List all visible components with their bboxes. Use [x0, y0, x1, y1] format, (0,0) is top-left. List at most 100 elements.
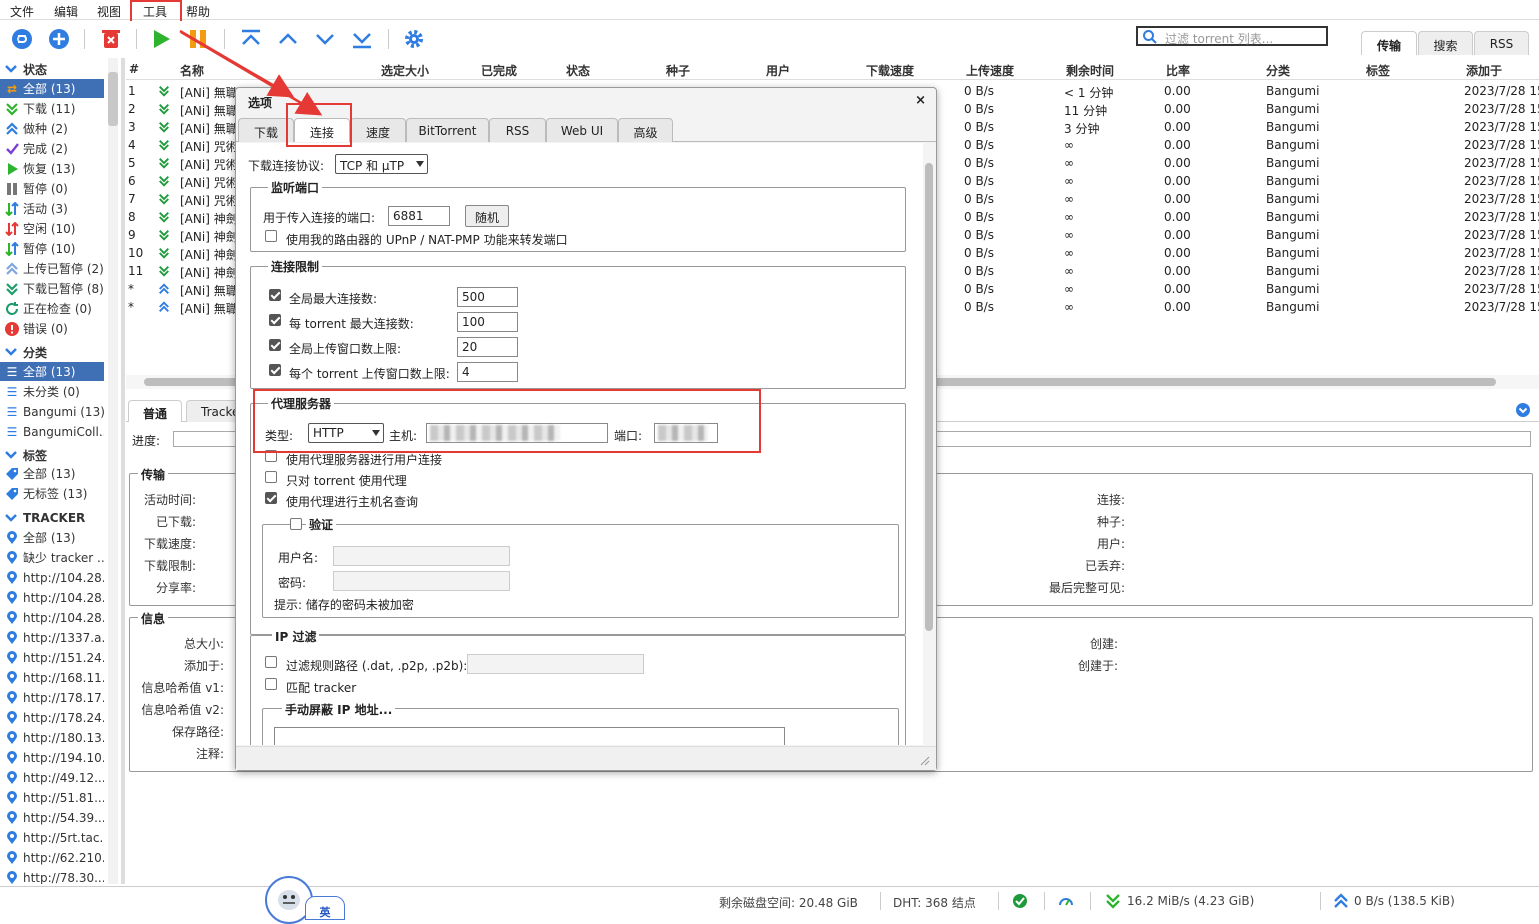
auth-checkbox[interactable] [290, 518, 302, 530]
limit-input[interactable]: 20 [457, 337, 518, 357]
sidebar-scroll-thumb[interactable] [108, 72, 118, 126]
col-name[interactable]: 名称 [180, 62, 204, 79]
tab-rss[interactable]: RSS [1474, 31, 1529, 55]
protocol-select[interactable]: TCP 和 μTP [335, 154, 428, 174]
sidebar-status-upload-paused[interactable]: 上传已暂停 (2) [0, 259, 104, 278]
limit-input[interactable]: 4 [457, 362, 518, 382]
sidebar-tracker-item[interactable]: http://5rt.tac... [0, 828, 104, 847]
input-language-badge[interactable]: 英 [305, 896, 345, 920]
sidebar-tag-all[interactable]: 全部 (13) [0, 464, 104, 483]
password-input[interactable] [333, 571, 510, 591]
proxy-torrent-only-checkbox[interactable] [265, 471, 277, 483]
sidebar-tracker-item[interactable]: http://104.28.... [0, 568, 104, 587]
sidebar-tracker-item[interactable]: http://194.10.... [0, 748, 104, 767]
col-seeds[interactable]: 种子 [666, 62, 690, 79]
tab-rss[interactable]: RSS [489, 118, 546, 142]
tab-webui[interactable]: Web UI [546, 118, 618, 142]
sidebar-status-errored[interactable]: 错误 (0) [0, 319, 104, 338]
sidebar-tracker-item[interactable]: http://49.12.... [0, 768, 104, 787]
sidebar-scrollbar[interactable] [108, 58, 118, 884]
sidebar-tracker-item[interactable]: http://178.17.... [0, 688, 104, 707]
menu-help[interactable]: 帮助 [186, 3, 210, 20]
status-section-header[interactable]: 状态 [4, 60, 47, 78]
match-tracker-checkbox[interactable] [265, 678, 277, 690]
collapse-panel-icon[interactable] [1516, 403, 1530, 417]
sidebar-category-bangumicoll[interactable]: ☰ BangumiColl... [0, 422, 104, 441]
sidebar-category-uncategorized[interactable]: ☰ 未分类 (0) [0, 382, 104, 401]
sidebar-tracker-item[interactable]: 缺少 tracker ... [0, 548, 104, 567]
limit-input[interactable]: 500 [457, 287, 518, 307]
sidebar-tracker-item[interactable]: http://151.24.... [0, 648, 104, 667]
sidebar-status-all[interactable]: ⇄ 全部 (13) [0, 79, 104, 98]
add-link-icon[interactable] [10, 27, 34, 51]
random-port-button[interactable]: 随机 [465, 205, 509, 227]
manual-ban-textarea[interactable] [274, 727, 785, 745]
col-status[interactable]: 状态 [566, 62, 590, 79]
sidebar-category-all[interactable]: ☰ 全部 (13) [0, 362, 104, 381]
username-input[interactable] [333, 546, 510, 566]
limit-checkbox[interactable] [269, 314, 281, 326]
limit-checkbox[interactable] [269, 339, 281, 351]
menu-view[interactable]: 视图 [97, 3, 121, 20]
tracker-section-header[interactable]: TRACKER [4, 509, 85, 527]
sidebar-status-resumed[interactable]: 恢复 (13) [0, 159, 104, 178]
delete-icon[interactable] [99, 27, 123, 51]
proxy-hostname-checkbox[interactable] [265, 492, 277, 504]
sidebar-status-seeding[interactable]: 做种 (2) [0, 119, 104, 138]
upnp-checkbox[interactable] [265, 230, 277, 242]
dialog-scroll-thumb[interactable] [925, 163, 933, 631]
ip-filter-checkbox[interactable] [265, 656, 277, 668]
listen-port-input[interactable]: 6881 [388, 206, 450, 226]
sidebar-status-completed[interactable]: 完成 (2) [0, 139, 104, 158]
limit-checkbox[interactable] [269, 364, 281, 376]
sidebar-tracker-item[interactable]: http://104.28.... [0, 588, 104, 607]
col-up-speed[interactable]: 上传速度 [966, 62, 1014, 79]
sidebar-status-download-paused[interactable]: 下载已暂停 (8) [0, 279, 104, 298]
menu-edit[interactable]: 编辑 [54, 3, 78, 20]
col-peers[interactable]: 用户 [766, 62, 790, 79]
col-eta[interactable]: 剩余时间 [1066, 62, 1114, 79]
resume-icon[interactable] [149, 27, 173, 51]
col-dl-speed[interactable]: 下载速度 [866, 62, 914, 79]
sidebar-status-inactive[interactable]: 空闲 (10) [0, 219, 104, 238]
move-bottom-icon[interactable] [350, 27, 374, 51]
dialog-close-button[interactable]: × [915, 93, 926, 108]
category-section-header[interactable]: 分类 [4, 343, 47, 361]
tab-advanced[interactable]: 高级 [618, 118, 673, 142]
col-progress[interactable]: 已完成 [481, 62, 517, 79]
tab-search[interactable]: 搜索 [1418, 31, 1473, 55]
add-torrent-icon[interactable] [47, 27, 71, 51]
sidebar-status-checking[interactable]: 正在检查 (0) [0, 299, 104, 318]
sidebar-tracker-item[interactable]: http://62.210.... [0, 848, 104, 867]
limit-checkbox[interactable] [269, 289, 281, 301]
resize-grip-icon[interactable] [920, 756, 930, 766]
tab-speed[interactable]: 速度 [350, 118, 406, 142]
settings-gear-icon[interactable] [402, 27, 426, 51]
sidebar-status-downloading[interactable]: 下载 (11) [0, 99, 104, 118]
sidebar-tracker-item[interactable]: 全部 (13) [0, 528, 104, 547]
sidebar-status-paused[interactable]: 暂停 (0) [0, 179, 104, 198]
speed-limit-icon[interactable] [1058, 893, 1074, 909]
pause-icon[interactable] [186, 27, 210, 51]
tab-transfers[interactable]: 传输 [1361, 31, 1417, 55]
sidebar-status-active[interactable]: 活动 (3) [0, 199, 104, 218]
col-tags[interactable]: 标签 [1366, 62, 1390, 79]
tab-bittorrent[interactable]: BitTorrent [406, 118, 489, 142]
sidebar-tracker-item[interactable]: http://78.30.... [0, 868, 104, 884]
col-size[interactable]: 选定大小 [381, 62, 429, 79]
limit-input[interactable]: 100 [457, 312, 518, 332]
move-up-icon[interactable] [276, 27, 300, 51]
sidebar-tracker-item[interactable]: http://51.81.... [0, 788, 104, 807]
sidebar-category-bangumi[interactable]: ☰ Bangumi (13) [0, 402, 104, 421]
col-number[interactable]: # [129, 62, 139, 76]
tab-general[interactable]: 普通 [128, 400, 183, 422]
torrent-filter-input[interactable]: 过滤 torrent 列表... [1136, 26, 1328, 46]
sidebar-splitter[interactable] [121, 58, 125, 884]
filter-path-input[interactable] [467, 654, 644, 674]
sidebar-tracker-item[interactable]: http://54.39.... [0, 808, 104, 827]
menu-file[interactable]: 文件 [10, 3, 34, 20]
move-down-icon[interactable] [313, 27, 337, 51]
col-ratio[interactable]: 比率 [1166, 62, 1190, 79]
sidebar-tag-untagged[interactable]: 无标签 (13) [0, 484, 104, 503]
tag-section-header[interactable]: 标签 [4, 446, 47, 464]
